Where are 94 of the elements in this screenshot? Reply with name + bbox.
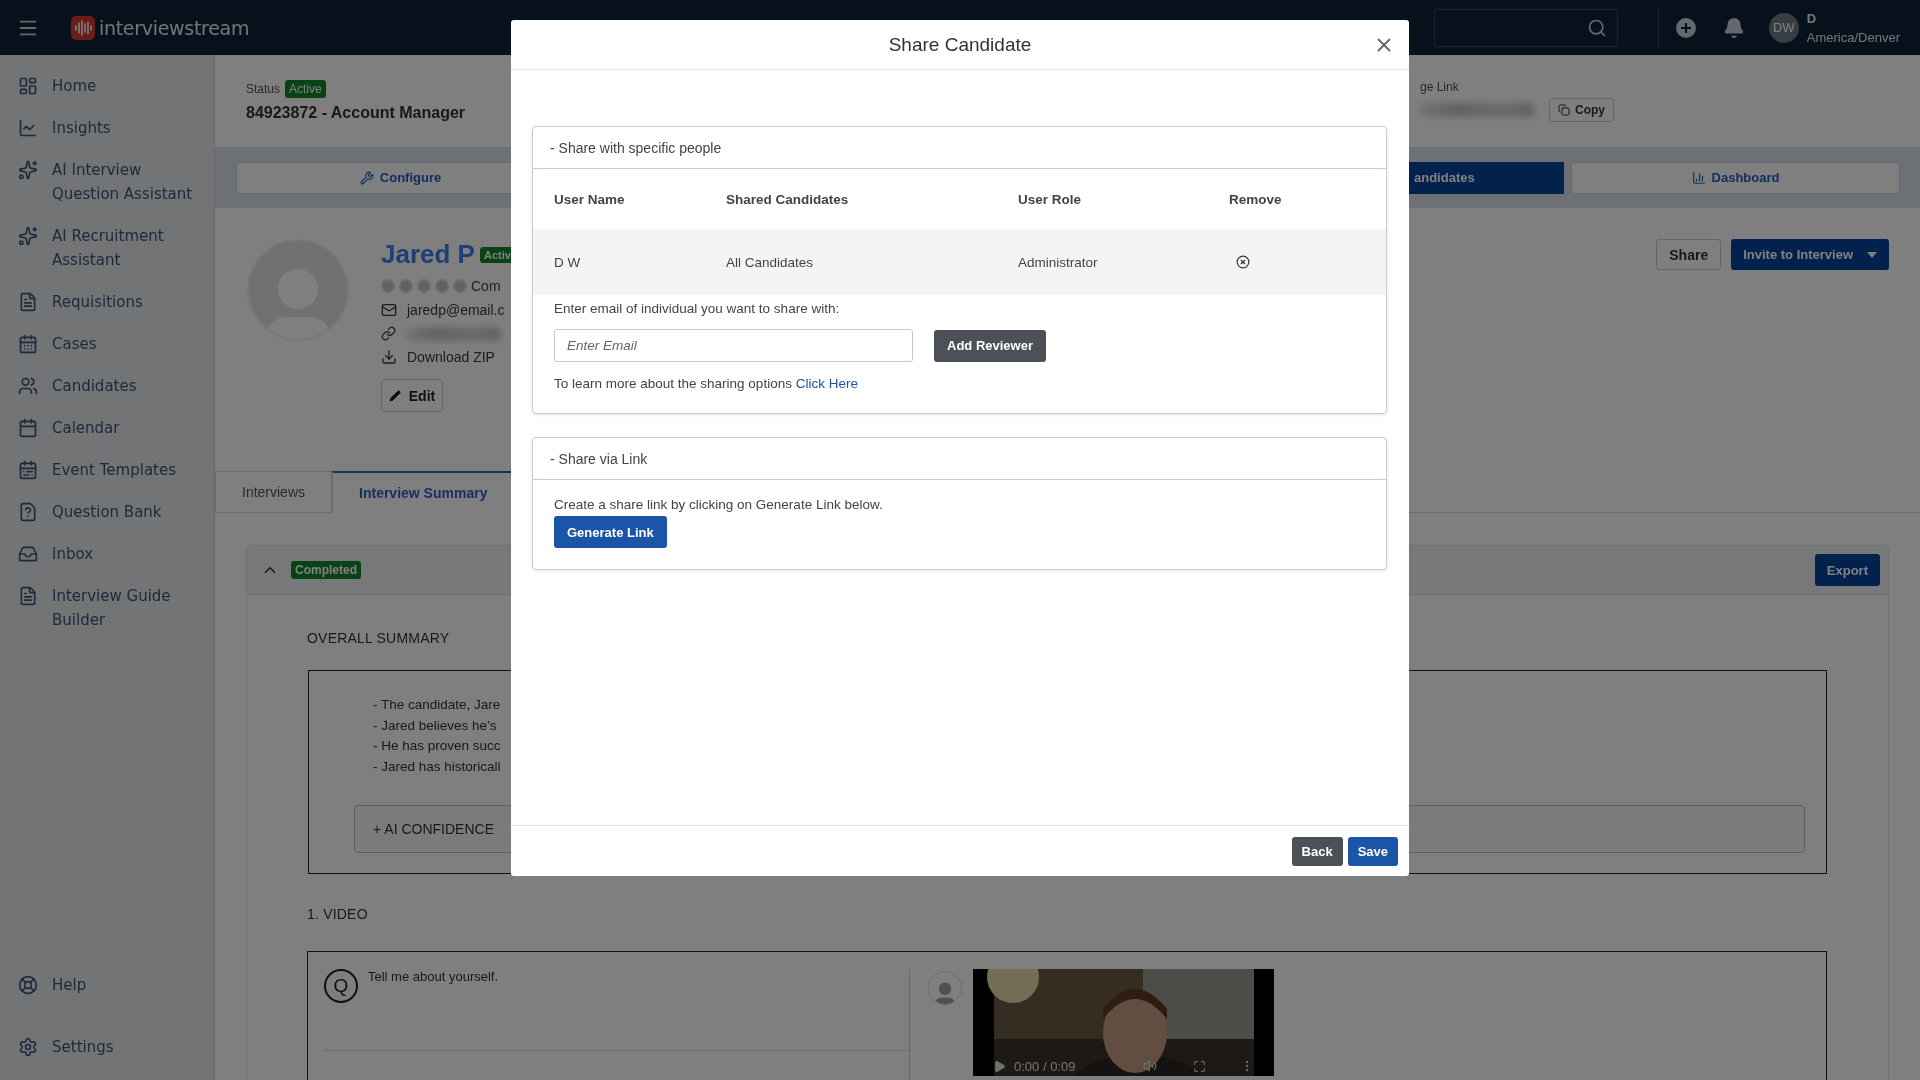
brand-logo[interactable]: interviewstream — [71, 15, 250, 40]
status-label: Status — [246, 82, 281, 96]
link-icon — [381, 326, 396, 341]
user-name: D — [1806, 10, 1818, 26]
column-header: Remove — [1229, 190, 1283, 209]
document-icon — [18, 586, 38, 606]
field-label: Enter email of individual you want to share with: — [554, 301, 841, 316]
lifebuoy-icon — [18, 975, 38, 995]
column-header: Shared Candidates — [726, 190, 850, 209]
edit-button[interactable]: Edit — [381, 379, 443, 412]
user-avatar[interactable]: DW — [1768, 12, 1799, 43]
volume-icon[interactable] — [1143, 1059, 1157, 1073]
invite-button[interactable]: Invite to Interview — [1731, 239, 1889, 270]
share-button[interactable]: Share — [1656, 239, 1722, 270]
candidate-email: jaredp@email.c — [407, 302, 505, 318]
table-cell: Administrator — [1018, 229, 1229, 295]
dialog-title: Share Candidate — [888, 33, 1032, 56]
chart-icon — [18, 118, 38, 138]
sidebar-item[interactable]: Calendar — [0, 407, 214, 449]
calendar-icon — [18, 334, 38, 354]
download-link[interactable]: Download ZIP — [407, 349, 495, 365]
sidebar-item[interactable]: Home — [0, 65, 214, 107]
save-button[interactable]: Save — [1347, 836, 1398, 866]
link-label: ge Link — [1420, 80, 1460, 94]
calendar-icon — [18, 418, 38, 438]
sidebar-item[interactable]: Candidates — [0, 365, 214, 407]
question-text: Tell me about yourself. — [368, 969, 499, 984]
people-icon — [18, 376, 38, 396]
dashboard-icon — [18, 76, 38, 96]
document-icon — [18, 292, 38, 312]
rating-label: Com — [471, 278, 501, 294]
back-button[interactable]: Back — [1291, 836, 1343, 866]
panel-title[interactable]: - Share via Link — [550, 450, 648, 467]
bell-icon[interactable] — [1722, 16, 1745, 39]
calendar-icon — [18, 460, 38, 480]
generate-link-button[interactable]: Generate Link — [554, 516, 667, 548]
status-badge: Completed — [291, 561, 361, 579]
summary-line: - Jared has historicall — [372, 757, 502, 776]
sidebar-item[interactable]: AI Recruitment Assistant — [0, 215, 214, 281]
fullscreen-icon[interactable] — [1193, 1059, 1206, 1073]
bar-chart-icon — [1691, 170, 1706, 185]
sidebar-item[interactable]: Event Templates — [0, 449, 214, 491]
user-timezone: America/Denver — [1806, 29, 1900, 45]
email-field[interactable]: Enter Email — [554, 329, 913, 362]
sidebar-item[interactable]: Inbox — [0, 533, 214, 575]
requisition-title: 84923872 - Account Manager — [246, 104, 466, 122]
sparkle-icon — [18, 226, 38, 246]
avatar-placeholder — [928, 971, 962, 1005]
status-badge: Active — [285, 80, 326, 98]
remove-icon[interactable] — [1236, 255, 1250, 269]
nav-tab[interactable]: Dashboard — [1571, 161, 1900, 194]
table-cell: All Candidates — [726, 229, 1018, 295]
summary-line: - He has proven succ — [372, 737, 502, 755]
help-text: To learn more about the sharing options Click Here — [554, 376, 859, 391]
column-header: User Role — [1018, 190, 1083, 209]
inbox-icon — [18, 544, 38, 564]
search-icon[interactable] — [1586, 17, 1607, 38]
sidebar-item[interactable]: AI Interview Question Assistant — [0, 149, 214, 215]
rating-dots[interactable] — [381, 279, 467, 293]
section-heading: OVERALL SUMMARY — [307, 630, 451, 646]
nav-tab[interactable]: andidates — [1409, 161, 1564, 194]
sidebar-item[interactable]: Cases — [0, 323, 214, 365]
link-description: Create a share link by clicking on Generate Link below. — [554, 497, 883, 512]
copy-button[interactable]: Copy — [1549, 98, 1614, 122]
candidate-name: Jared P — [381, 239, 475, 270]
help-link[interactable]: Click Here — [795, 376, 858, 391]
settings-icon — [18, 1037, 38, 1057]
copy-icon — [1558, 104, 1570, 116]
sidebar-item[interactable]: Interview Guide Builder — [0, 575, 214, 641]
sidebar-item[interactable]: Help — [0, 964, 214, 1006]
sidebar-item[interactable]: Insights — [0, 107, 214, 149]
add-reviewer-button[interactable]: Add Reviewer — [934, 329, 1046, 362]
caret-icon — [1867, 251, 1877, 258]
wrench-icon — [359, 170, 374, 185]
panel-title[interactable]: - Share with specific people — [550, 139, 722, 156]
download-icon — [381, 349, 397, 365]
video-time: 0:00 / 0:09 — [1014, 1058, 1076, 1074]
summary-line: - Jared believes he’s — [372, 716, 498, 735]
table-cell: D W — [533, 229, 726, 295]
add-icon[interactable] — [1674, 16, 1697, 39]
question-marker: Q — [324, 969, 358, 1003]
sidebar-item[interactable]: Settings — [0, 1026, 214, 1068]
export-button[interactable]: Export — [1814, 554, 1880, 586]
summary-line: - The candidate, Jare — [372, 696, 502, 714]
question-file-icon — [18, 502, 38, 522]
section-heading: 1. VIDEO — [307, 906, 369, 922]
pencil-icon — [388, 389, 401, 402]
mail-icon — [381, 302, 397, 318]
sidebar-item[interactable]: Requisitions — [0, 281, 214, 323]
play-icon[interactable] — [993, 1059, 1006, 1073]
sparkle-icon — [18, 160, 38, 180]
content-tab[interactable]: Interviews — [215, 471, 333, 513]
sidebar-item[interactable]: Question Bank — [0, 491, 214, 533]
search-field[interactable] — [1433, 8, 1618, 47]
